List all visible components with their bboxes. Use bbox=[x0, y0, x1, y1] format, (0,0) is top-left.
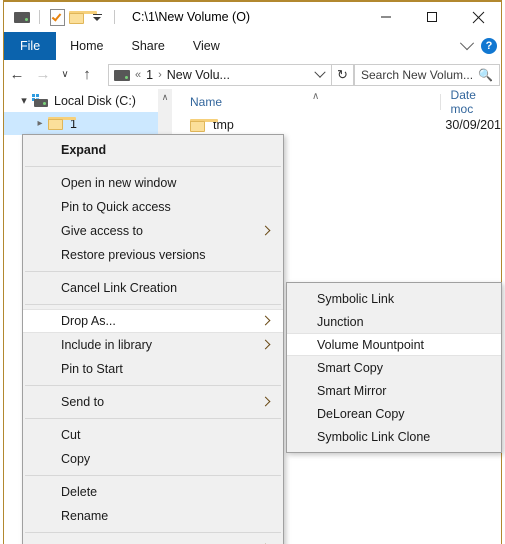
sort-ascending-icon: ∧ bbox=[312, 91, 320, 102]
context-menu[interactable]: Expand Open in new window Pin to Quick a… bbox=[22, 134, 284, 544]
window-title: C:\1\New Volume (O) bbox=[132, 10, 251, 24]
submenu-drop-as[interactable]: Symbolic Link Junction Volume Mountpoint… bbox=[286, 282, 502, 453]
menu-item-label: Drop As... bbox=[61, 314, 116, 328]
up-button[interactable]: ↑ bbox=[74, 62, 100, 88]
chevron-right-icon[interactable]: ▸ bbox=[32, 118, 48, 129]
submenu-item-delorean-copy[interactable]: DeLorean Copy bbox=[287, 402, 501, 425]
file-name-cell: tmp bbox=[172, 118, 435, 132]
menu-separator bbox=[25, 532, 281, 533]
menu-item-label: Send to bbox=[61, 395, 105, 409]
tree-item-local-disk[interactable]: ▾ Local Disk (C:) bbox=[4, 89, 172, 112]
submenu-item-symbolic-link[interactable]: Symbolic Link bbox=[287, 287, 501, 310]
new-folder-icon[interactable] bbox=[67, 7, 97, 27]
drive-icon bbox=[114, 69, 130, 81]
menu-item-cancel-link-creation[interactable]: Cancel Link Creation bbox=[23, 276, 283, 300]
submenu-item-symbolic-link-clone[interactable]: Symbolic Link Clone bbox=[287, 425, 501, 448]
close-button[interactable] bbox=[455, 2, 501, 32]
address-bar[interactable]: « 1 › New Volu... bbox=[108, 64, 332, 86]
column-header-row: Name ∧ Date moc bbox=[172, 88, 501, 116]
search-icon: 🔍 bbox=[478, 68, 493, 82]
chevron-down-icon[interactable] bbox=[459, 36, 475, 51]
menu-item-send-to[interactable]: Send to bbox=[23, 390, 283, 414]
breadcrumb-item-1[interactable]: 1 bbox=[146, 68, 153, 82]
ribbon-right-controls: ? bbox=[459, 32, 497, 60]
menu-separator bbox=[25, 271, 281, 272]
navigation-bar: ← → ∨ ↑ « 1 › New Volu... ↻ Search New V… bbox=[4, 60, 501, 89]
table-row[interactable]: tmp 30/09/201 bbox=[172, 114, 501, 136]
search-input[interactable]: Search New Volum... 🔍 bbox=[354, 64, 500, 86]
divider bbox=[39, 10, 40, 24]
tree-item-label: Local Disk (C:) bbox=[54, 93, 136, 108]
menu-item-open-in-new-window[interactable]: Open in new window bbox=[23, 171, 283, 195]
drive-icon bbox=[12, 7, 32, 27]
tab-view[interactable]: View bbox=[179, 32, 234, 60]
file-explorer-window: C:\1\New Volume (O) File Home Share View… bbox=[0, 0, 505, 544]
menu-separator bbox=[25, 475, 281, 476]
tab-share[interactable]: Share bbox=[118, 32, 179, 60]
window-controls bbox=[363, 2, 501, 32]
menu-item-pin-to-quick-access[interactable]: Pin to Quick access bbox=[23, 195, 283, 219]
submenu-item-smart-copy[interactable]: Smart Copy bbox=[287, 356, 501, 379]
column-header-name[interactable]: Name ∧ bbox=[172, 89, 440, 114]
minimize-button[interactable] bbox=[363, 2, 409, 32]
menu-item-label: Include in library bbox=[61, 338, 153, 352]
menu-separator bbox=[25, 418, 281, 419]
refresh-button[interactable]: ↻ bbox=[332, 64, 354, 86]
menu-item-give-access-to[interactable]: Give access to bbox=[23, 219, 283, 243]
menu-item-copy[interactable]: Copy bbox=[23, 447, 283, 471]
file-date-cell: 30/09/201 bbox=[445, 118, 501, 132]
menu-separator bbox=[25, 385, 281, 386]
menu-item-restore-previous-versions[interactable]: Restore previous versions bbox=[23, 243, 283, 267]
breadcrumb-item-2[interactable]: New Volu... bbox=[167, 68, 230, 82]
search-placeholder: Search New Volum... bbox=[361, 68, 474, 82]
maximize-button[interactable] bbox=[409, 2, 455, 32]
properties-check-icon[interactable] bbox=[47, 7, 67, 27]
tab-file[interactable]: File bbox=[4, 32, 57, 60]
menu-item-rename[interactable]: Rename bbox=[23, 504, 283, 528]
ribbon-tab-bar: File Home Share View ? bbox=[4, 32, 501, 61]
chevron-down-icon[interactable] bbox=[310, 65, 330, 85]
local-disk-icon bbox=[32, 94, 48, 107]
folder-icon bbox=[48, 117, 76, 130]
chevron-right-icon bbox=[260, 315, 271, 326]
menu-item-label: Give access to bbox=[61, 224, 143, 238]
menu-item-new[interactable]: New bbox=[23, 537, 283, 544]
back-button[interactable]: ← bbox=[4, 62, 30, 88]
submenu-item-smart-mirror[interactable]: Smart Mirror bbox=[287, 379, 501, 402]
menu-item-delete[interactable]: Delete bbox=[23, 480, 283, 504]
column-label: Name bbox=[190, 94, 223, 109]
menu-item-pin-to-start[interactable]: Pin to Start bbox=[23, 357, 283, 381]
divider bbox=[114, 10, 115, 24]
chevron-right-icon bbox=[260, 225, 271, 236]
menu-item-include-in-library[interactable]: Include in library bbox=[23, 333, 283, 357]
forward-button[interactable]: → bbox=[30, 62, 56, 88]
column-header-date-modified[interactable]: Date moc bbox=[439, 88, 501, 116]
chevron-right-icon bbox=[260, 396, 271, 407]
menu-item-expand[interactable]: Expand bbox=[23, 138, 283, 162]
submenu-item-junction[interactable]: Junction bbox=[287, 310, 501, 333]
breadcrumb-separator: › bbox=[158, 69, 162, 81]
scroll-up-icon[interactable]: ∧ bbox=[158, 89, 172, 105]
chevron-down-icon[interactable]: ▾ bbox=[16, 94, 32, 107]
recent-locations-button[interactable]: ∨ bbox=[56, 62, 74, 88]
menu-separator bbox=[25, 166, 281, 167]
tab-home[interactable]: Home bbox=[56, 32, 117, 60]
title-bar: C:\1\New Volume (O) bbox=[4, 2, 501, 32]
menu-separator bbox=[25, 304, 281, 305]
quick-access-toolbar bbox=[4, 7, 122, 27]
menu-item-drop-as[interactable]: Drop As... bbox=[23, 309, 283, 333]
help-icon[interactable]: ? bbox=[481, 38, 497, 54]
folder-icon bbox=[190, 118, 218, 132]
submenu-item-volume-mountpoint[interactable]: Volume Mountpoint bbox=[287, 333, 501, 356]
chevron-right-icon bbox=[260, 339, 271, 350]
tree-item-folder-1[interactable]: ▸ 1 bbox=[4, 112, 172, 135]
menu-item-cut[interactable]: Cut bbox=[23, 423, 283, 447]
breadcrumb-overflow[interactable]: « bbox=[135, 69, 141, 81]
